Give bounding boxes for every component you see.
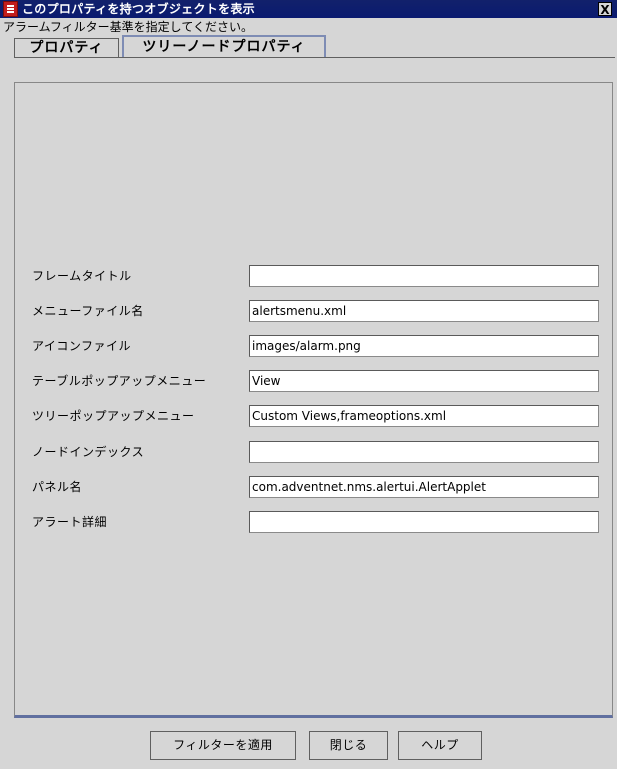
icon-file-input[interactable]: images/alarm.png [249,335,599,357]
field-label: アラート詳細 [32,515,108,529]
field-row-tree-popup-menu: ツリーポップアップメニュー Custom Views,frameoptions.… [0,405,617,427]
table-popup-menu-input[interactable]: View [249,370,599,392]
window-title: このプロパティを持つオブジェクトを表示 [22,2,255,16]
field-label: ツリーポップアップメニュー [32,409,195,423]
tree-popup-menu-input[interactable]: Custom Views,frameoptions.xml [249,405,599,427]
close-dialog-button[interactable]: 閉じる [309,731,388,760]
tab-properties[interactable]: プロパティ [14,38,119,57]
field-row-frame-title: フレームタイトル [0,265,617,287]
close-button[interactable]: X [598,2,612,17]
field-row-menu-file: メニューファイル名 alertsmenu.xml [0,300,617,322]
apply-filter-button[interactable]: フィルターを適用 [150,731,296,760]
menu-file-input[interactable]: alertsmenu.xml [249,300,599,322]
frame-title-input[interactable] [249,265,599,287]
alert-details-input[interactable] [249,511,599,533]
field-row-node-index: ノードインデックス [0,441,617,463]
field-label: パネル名 [32,480,83,494]
tab-content-panel [14,82,613,718]
tab-divider [14,57,615,58]
instruction-text: アラームフィルター基準を指定してください。 [3,20,253,34]
field-row-alert-details: アラート詳細 [0,511,617,533]
title-bar: このプロパティを持つオブジェクトを表示 X [0,0,617,18]
field-row-panel-name: パネル名 com.adventnet.nms.alertui.AlertAppl… [0,476,617,498]
field-label: メニューファイル名 [32,304,144,318]
panel-name-input[interactable]: com.adventnet.nms.alertui.AlertApplet [249,476,599,498]
app-icon [3,1,18,17]
field-row-table-popup-menu: テーブルポップアップメニュー View [0,370,617,392]
help-button[interactable]: ヘルプ [398,731,482,760]
field-label: ノードインデックス [32,445,145,459]
field-label: アイコンファイル [32,339,132,353]
node-index-input[interactable] [249,441,599,463]
field-row-icon-file: アイコンファイル images/alarm.png [0,335,617,357]
field-label: フレームタイトル [32,269,132,283]
tab-tree-node-properties[interactable]: ツリーノードプロパティ [122,35,326,57]
field-label: テーブルポップアップメニュー [32,374,207,388]
